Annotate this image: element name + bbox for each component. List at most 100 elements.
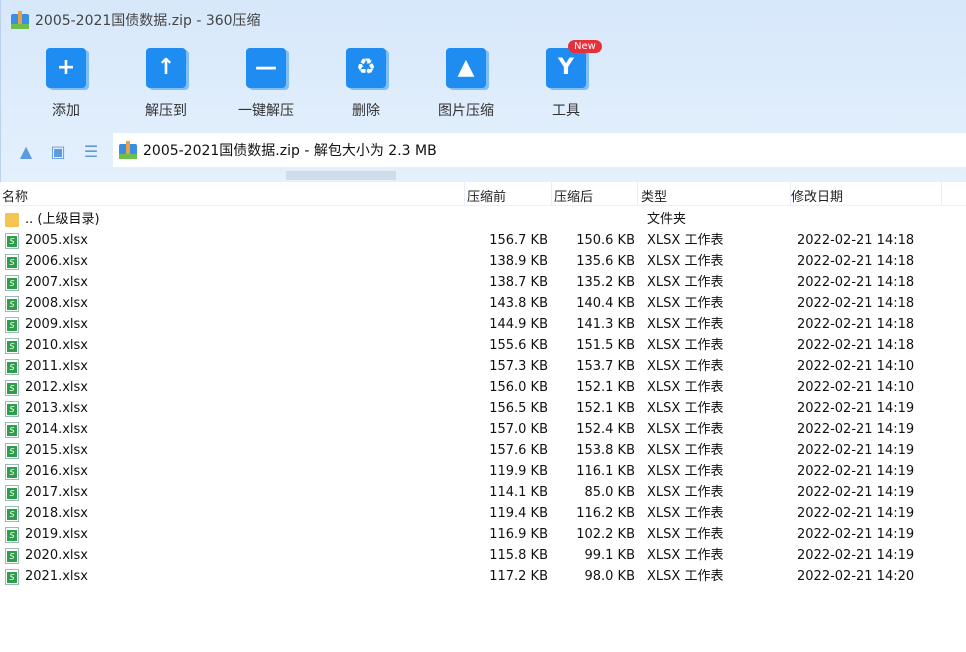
horizontal-scrollbar[interactable] (286, 171, 396, 180)
toolbar-button-2[interactable]: — 一键解压 (221, 48, 311, 120)
xlsx-file-icon (5, 233, 19, 249)
file-name: 2021.xlsx (25, 569, 88, 584)
toolbar-button-1[interactable]: ↑ 解压到 (121, 48, 211, 120)
file-date: 2022-02-21 14:19 (797, 401, 915, 416)
file-packed: 152.1 KB (576, 380, 635, 395)
file-row[interactable]: 2016.xlsx 119.9 KB 116.1 KB XLSX 工作表 2022-02… (0, 461, 966, 482)
file-row[interactable]: 2009.xlsx 144.9 KB 141.3 KB XLSX 工作表 2022-02… (0, 314, 966, 335)
column-divider[interactable] (551, 182, 552, 206)
file-size: 156.0 KB (489, 380, 548, 395)
toolbar-button-5[interactable]: Y 工具 (521, 48, 611, 120)
one-click-extract-icon: — (246, 48, 286, 88)
toolbar-button-0[interactable]: + 添加 (21, 48, 111, 120)
file-row[interactable]: 2012.xlsx 156.0 KB 152.1 KB XLSX 工作表 2022-02… (0, 377, 966, 398)
file-type: XLSX 工作表 (647, 338, 724, 353)
new-badge: New (568, 40, 602, 53)
file-date: 2022-02-21 14:19 (797, 506, 915, 521)
recycle-bin-icon: ♻ (346, 48, 386, 88)
xlsx-file-icon (5, 380, 19, 396)
file-packed: 150.6 KB (576, 233, 635, 248)
file-date: 2022-02-21 14:10 (797, 380, 915, 395)
file-row[interactable]: 2014.xlsx 157.0 KB 152.4 KB XLSX 工作表 2022-02… (0, 419, 966, 440)
file-date: 2022-02-21 14:19 (797, 443, 915, 458)
list-view-icon[interactable]: ☰ (81, 142, 101, 162)
toolbar-button-4[interactable]: ▲ 图片压缩 (421, 48, 511, 120)
column-date[interactable]: 修改日期 (791, 186, 843, 205)
file-row[interactable]: 2006.xlsx 138.9 KB 135.6 KB XLSX 工作表 2022-02… (0, 251, 966, 272)
file-name: 2016.xlsx (25, 464, 88, 479)
navigation-bar: ▲ ▣ ☰ 2005-2021国债数据.zip - 解包大小为 2.3 MB (1, 133, 966, 171)
file-type: XLSX 工作表 (647, 422, 724, 437)
xlsx-file-icon (5, 359, 19, 375)
file-type: XLSX 工作表 (647, 275, 724, 290)
file-type: XLSX 工作表 (647, 569, 724, 584)
parent-directory-row[interactable]: .. (上级目录) 文件夹 (0, 209, 966, 230)
file-date: 2022-02-21 14:18 (797, 275, 915, 290)
file-name: 2015.xlsx (25, 443, 88, 458)
file-date: 2022-02-21 14:19 (797, 485, 915, 500)
file-packed: 116.2 KB (576, 506, 635, 521)
xlsx-file-icon (5, 338, 19, 354)
address-bar[interactable]: 2005-2021国债数据.zip - 解包大小为 2.3 MB (113, 133, 966, 167)
column-divider[interactable] (637, 182, 638, 206)
file-name: 2017.xlsx (25, 485, 88, 500)
column-size[interactable]: 压缩前 (467, 186, 506, 205)
file-size: 138.9 KB (489, 254, 548, 269)
toolbar-button-3[interactable]: ♻ 删除 (321, 48, 411, 120)
file-type: XLSX 工作表 (647, 464, 724, 479)
toolbar-label: 解压到 (145, 103, 187, 119)
file-type: XLSX 工作表 (647, 548, 724, 563)
xlsx-file-icon (5, 317, 19, 333)
file-row[interactable]: 2018.xlsx 119.4 KB 116.2 KB XLSX 工作表 2022-02… (0, 503, 966, 524)
file-name: 2013.xlsx (25, 401, 88, 416)
file-row[interactable]: 2011.xlsx 157.3 KB 153.7 KB XLSX 工作表 2022-02… (0, 356, 966, 377)
file-row[interactable]: 2010.xlsx 155.6 KB 151.5 KB XLSX 工作表 2022-02… (0, 335, 966, 356)
top-panel: 2005-2021国债数据.zip - 360压缩 + 添加 ↑ 解压到 — 一键解压 ♻ 删… (0, 0, 966, 182)
up-arrow-icon[interactable]: ▲ (16, 142, 36, 162)
file-row[interactable]: 2019.xlsx 116.9 KB 102.2 KB XLSX 工作表 2022-02… (0, 524, 966, 545)
file-packed: 98.0 KB (584, 569, 635, 584)
file-row[interactable]: 2008.xlsx 143.8 KB 140.4 KB XLSX 工作表 2022-02… (0, 293, 966, 314)
column-type[interactable]: 类型 (641, 186, 667, 205)
file-date: 2022-02-21 14:18 (797, 233, 915, 248)
file-row[interactable]: 2015.xlsx 157.6 KB 153.8 KB XLSX 工作表 2022-02… (0, 440, 966, 461)
column-name[interactable]: 名称 (2, 186, 28, 205)
toolbar-label: 添加 (52, 103, 80, 119)
image-compress-icon: ▲ (446, 48, 486, 88)
file-row[interactable]: 2020.xlsx 115.8 KB 99.1 KB XLSX 工作表 2022-02-… (0, 545, 966, 566)
file-type: XLSX 工作表 (647, 317, 724, 332)
file-name: 2020.xlsx (25, 548, 88, 563)
column-header: 名称 压缩前 压缩后 类型 修改日期 (0, 182, 966, 206)
folder-icon (5, 213, 19, 227)
file-row[interactable]: 2013.xlsx 156.5 KB 152.1 KB XLSX 工作表 2022-02… (0, 398, 966, 419)
file-type: XLSX 工作表 (647, 380, 724, 395)
column-divider[interactable] (941, 182, 942, 206)
file-packed: 152.4 KB (576, 422, 635, 437)
xlsx-file-icon (5, 485, 19, 501)
file-date: 2022-02-21 14:19 (797, 464, 915, 479)
title-bar: 2005-2021国债数据.zip - 360压缩 (11, 10, 261, 30)
file-row[interactable]: 2021.xlsx 117.2 KB 98.0 KB XLSX 工作表 2022-02-… (0, 566, 966, 587)
file-date: 2022-02-21 14:18 (797, 338, 915, 353)
xlsx-file-icon (5, 527, 19, 543)
file-size: 116.9 KB (489, 527, 548, 542)
file-size: 114.1 KB (489, 485, 548, 500)
file-date: 2022-02-21 14:20 (797, 569, 915, 584)
column-divider[interactable] (464, 182, 465, 206)
column-packed[interactable]: 压缩后 (554, 186, 593, 205)
file-date: 2022-02-21 14:19 (797, 548, 915, 563)
file-row[interactable]: 2007.xlsx 138.7 KB 135.2 KB XLSX 工作表 2022-02… (0, 272, 966, 293)
toolbar-label: 工具 (552, 103, 580, 119)
file-row[interactable]: 2005.xlsx 156.7 KB 150.6 KB XLSX 工作表 2022-02… (0, 230, 966, 251)
window-title: 2005-2021国债数据.zip - 360压缩 (35, 13, 261, 29)
file-row[interactable]: 2017.xlsx 114.1 KB 85.0 KB XLSX 工作表 2022-02-… (0, 482, 966, 503)
file-name: 2014.xlsx (25, 422, 88, 437)
file-date: 2022-02-21 14:10 (797, 359, 915, 374)
address-text: 2005-2021国债数据.zip - 解包大小为 2.3 MB (143, 143, 437, 159)
file-size: 156.7 KB (489, 233, 548, 248)
thumbnail-view-icon[interactable]: ▣ (48, 142, 68, 162)
xlsx-file-icon (5, 296, 19, 312)
file-name: 2005.xlsx (25, 233, 88, 248)
extract-to-icon: ↑ (146, 48, 186, 88)
toolbar-label: 删除 (352, 103, 380, 119)
